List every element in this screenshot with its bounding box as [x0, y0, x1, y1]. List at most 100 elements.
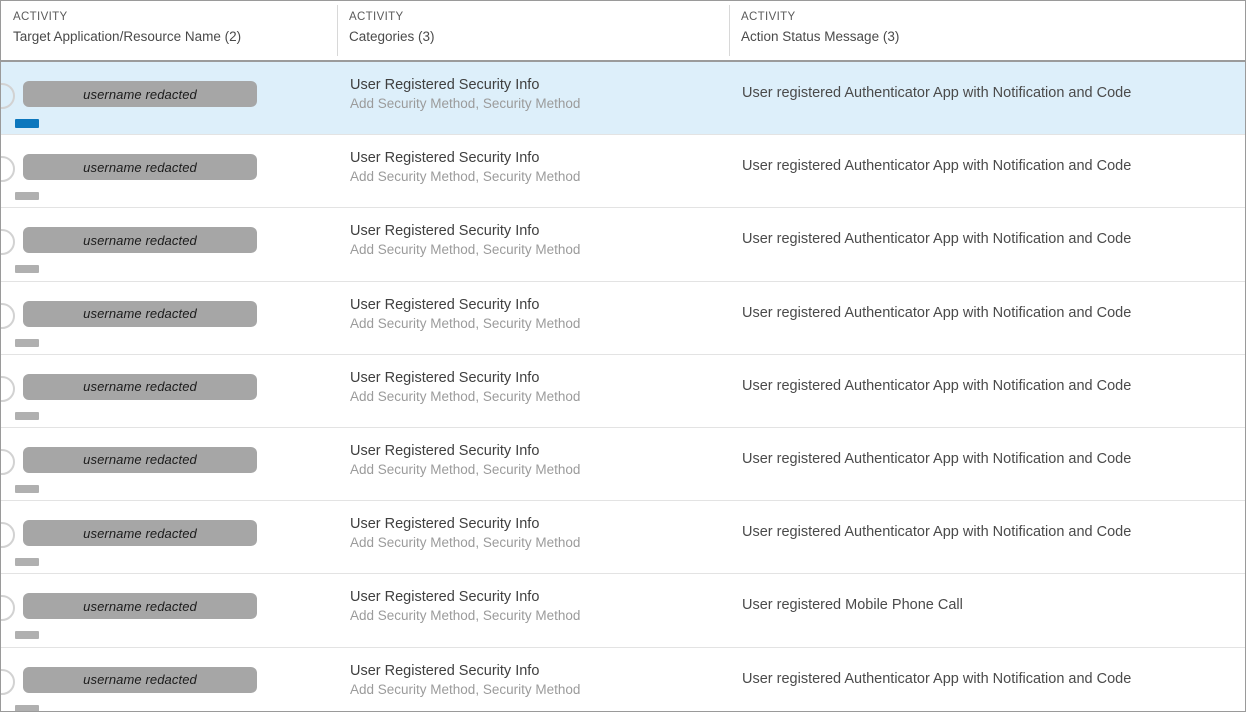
column-header-title: Action Status Message (3) [741, 29, 900, 44]
row-indicator-bar [15, 119, 39, 128]
redacted-username-pill: username redacted [23, 666, 257, 693]
cell-target-application: username redacted [1, 135, 337, 207]
cell-action-status-message: User registered Authenticator App with N… [729, 355, 1245, 427]
redacted-username-label: username redacted [83, 379, 197, 395]
avatar-circle-icon [1, 595, 15, 622]
cell-action-status-message: User registered Authenticator App with N… [729, 135, 1245, 207]
category-secondary-label: Add Security Method, Security Method [350, 169, 581, 185]
table-row[interactable]: username redacted User Registered Securit… [1, 135, 1245, 209]
avatar-circle-icon [1, 375, 15, 402]
category-primary-label: User Registered Security Info [350, 662, 540, 679]
category-primary-label: User Registered Security Info [350, 296, 540, 313]
redacted-username-pill: username redacted [23, 446, 257, 473]
action-status-message-label: User registered Authenticator App with N… [742, 524, 1132, 541]
table-row[interactable]: username redacted User Registered Securit… [1, 647, 1245, 712]
cell-categories: User Registered Security Info Add Securit… [337, 428, 729, 500]
row-indicator-bar [15, 631, 39, 640]
action-status-message-label: User registered Authenticator App with N… [742, 450, 1132, 467]
category-secondary-label: Add Security Method, Security Method [350, 315, 581, 331]
category-secondary-label: Add Security Method, Security Method [350, 535, 581, 551]
cell-action-status-message: User registered Mobile Phone Call [729, 574, 1245, 646]
cell-categories: User Registered Security Info Add Securit… [337, 135, 729, 207]
category-primary-label: User Registered Security Info [350, 442, 540, 459]
avatar-circle-icon [1, 83, 15, 109]
category-secondary-label: Add Security Method, Security Method [350, 96, 581, 111]
redacted-username-pill: username redacted [23, 520, 257, 547]
cell-action-status-message: User registered Authenticator App with N… [729, 208, 1245, 280]
category-secondary-label: Add Security Method, Security Method [350, 681, 581, 697]
cell-action-status-message: User registered Authenticator App with N… [729, 501, 1245, 573]
table-row[interactable]: username redacted User Registered Securit… [1, 501, 1245, 575]
avatar-circle-icon [1, 156, 15, 183]
action-status-message-label: User registered Authenticator App with N… [742, 377, 1132, 394]
cell-target-application: username redacted [1, 208, 337, 280]
cell-categories: User Registered Security Info Add Securit… [337, 62, 729, 134]
category-secondary-label: Add Security Method, Security Method [350, 608, 581, 624]
redacted-username-pill: username redacted [23, 373, 257, 400]
column-header-eyebrow: ACTIVITY [349, 11, 404, 23]
redacted-username-label: username redacted [83, 159, 197, 175]
column-header-eyebrow: ACTIVITY [741, 11, 796, 23]
redacted-username-pill: username redacted [23, 593, 257, 620]
redacted-username-label: username redacted [83, 598, 197, 614]
action-status-message-label: User registered Authenticator App with N… [742, 231, 1132, 248]
action-status-message-label: User registered Authenticator App with N… [742, 85, 1132, 101]
redacted-username-label: username redacted [83, 672, 197, 687]
avatar-circle-icon [1, 229, 15, 256]
column-header-action-status-message[interactable]: ACTIVITY Action Status Message (3) [729, 1, 1245, 60]
cell-categories: User Registered Security Info Add Securit… [337, 574, 729, 646]
cell-target-application: username redacted [1, 574, 337, 646]
column-header-categories[interactable]: ACTIVITY Categories (3) [337, 1, 729, 60]
row-indicator-bar [15, 192, 39, 201]
table-row[interactable]: username redacted User Registered Securit… [1, 354, 1245, 428]
row-indicator-bar [15, 558, 39, 567]
cell-action-status-message: User registered Authenticator App with N… [729, 62, 1245, 134]
action-status-message-label: User registered Authenticator App with N… [742, 670, 1132, 687]
redacted-username-label: username redacted [83, 452, 197, 468]
table-row[interactable]: username redacted User Registered Securit… [1, 574, 1245, 648]
avatar-circle-icon [1, 448, 15, 475]
activity-table: ACTIVITY Target Application/Resource Nam… [0, 0, 1246, 712]
action-status-message-label: User registered Authenticator App with N… [742, 158, 1132, 175]
category-secondary-label: Add Security Method, Security Method [350, 388, 581, 404]
cell-target-application: username redacted [1, 501, 337, 573]
cell-categories: User Registered Security Info Add Securit… [337, 648, 729, 712]
cell-target-application: username redacted [1, 648, 337, 711]
category-primary-label: User Registered Security Info [350, 589, 540, 606]
table-body: username redacted User Registered Securit… [1, 62, 1245, 711]
category-primary-label: User Registered Security Info [350, 516, 540, 533]
category-primary-label: User Registered Security Info [350, 223, 540, 240]
cell-categories: User Registered Security Info Add Securit… [337, 501, 729, 573]
column-header-eyebrow: ACTIVITY [13, 11, 68, 23]
column-header-title: Target Application/Resource Name (2) [13, 29, 242, 44]
row-indicator-bar [15, 265, 39, 274]
redacted-username-pill: username redacted [23, 81, 257, 107]
avatar-circle-icon [1, 522, 15, 549]
cell-target-application: username redacted [1, 428, 337, 500]
column-header-target-application[interactable]: ACTIVITY Target Application/Resource Nam… [1, 1, 337, 60]
category-secondary-label: Add Security Method, Security Method [350, 242, 581, 258]
redacted-username-label: username redacted [83, 232, 197, 248]
table-row[interactable]: username redacted User Registered Securit… [1, 281, 1245, 355]
category-primary-label: User Registered Security Info [350, 369, 540, 386]
category-secondary-label: Add Security Method, Security Method [350, 461, 581, 477]
cell-target-application: username redacted [1, 62, 337, 134]
cell-categories: User Registered Security Info Add Securit… [337, 208, 729, 280]
cell-action-status-message: User registered Authenticator App with N… [729, 428, 1245, 500]
avatar-circle-icon [1, 668, 15, 695]
row-indicator-bar [15, 338, 39, 347]
cell-categories: User Registered Security Info Add Securit… [337, 355, 729, 427]
redacted-username-pill: username redacted [23, 154, 257, 181]
cell-target-application: username redacted [1, 355, 337, 427]
table-row[interactable]: username redacted User Registered Securit… [1, 62, 1245, 136]
table-row[interactable]: username redacted User Registered Securit… [1, 208, 1245, 282]
table-row[interactable]: username redacted User Registered Securit… [1, 427, 1245, 502]
row-indicator-bar [15, 411, 39, 420]
cell-action-status-message: User registered Authenticator App with N… [729, 282, 1245, 354]
redacted-username-pill: username redacted [23, 227, 257, 254]
cell-categories: User Registered Security Info Add Securit… [337, 282, 729, 354]
category-primary-label: User Registered Security Info [350, 150, 540, 167]
redacted-username-label: username redacted [83, 86, 197, 102]
action-status-message-label: User registered Mobile Phone Call [742, 597, 963, 614]
redacted-username-label: username redacted [83, 525, 197, 541]
